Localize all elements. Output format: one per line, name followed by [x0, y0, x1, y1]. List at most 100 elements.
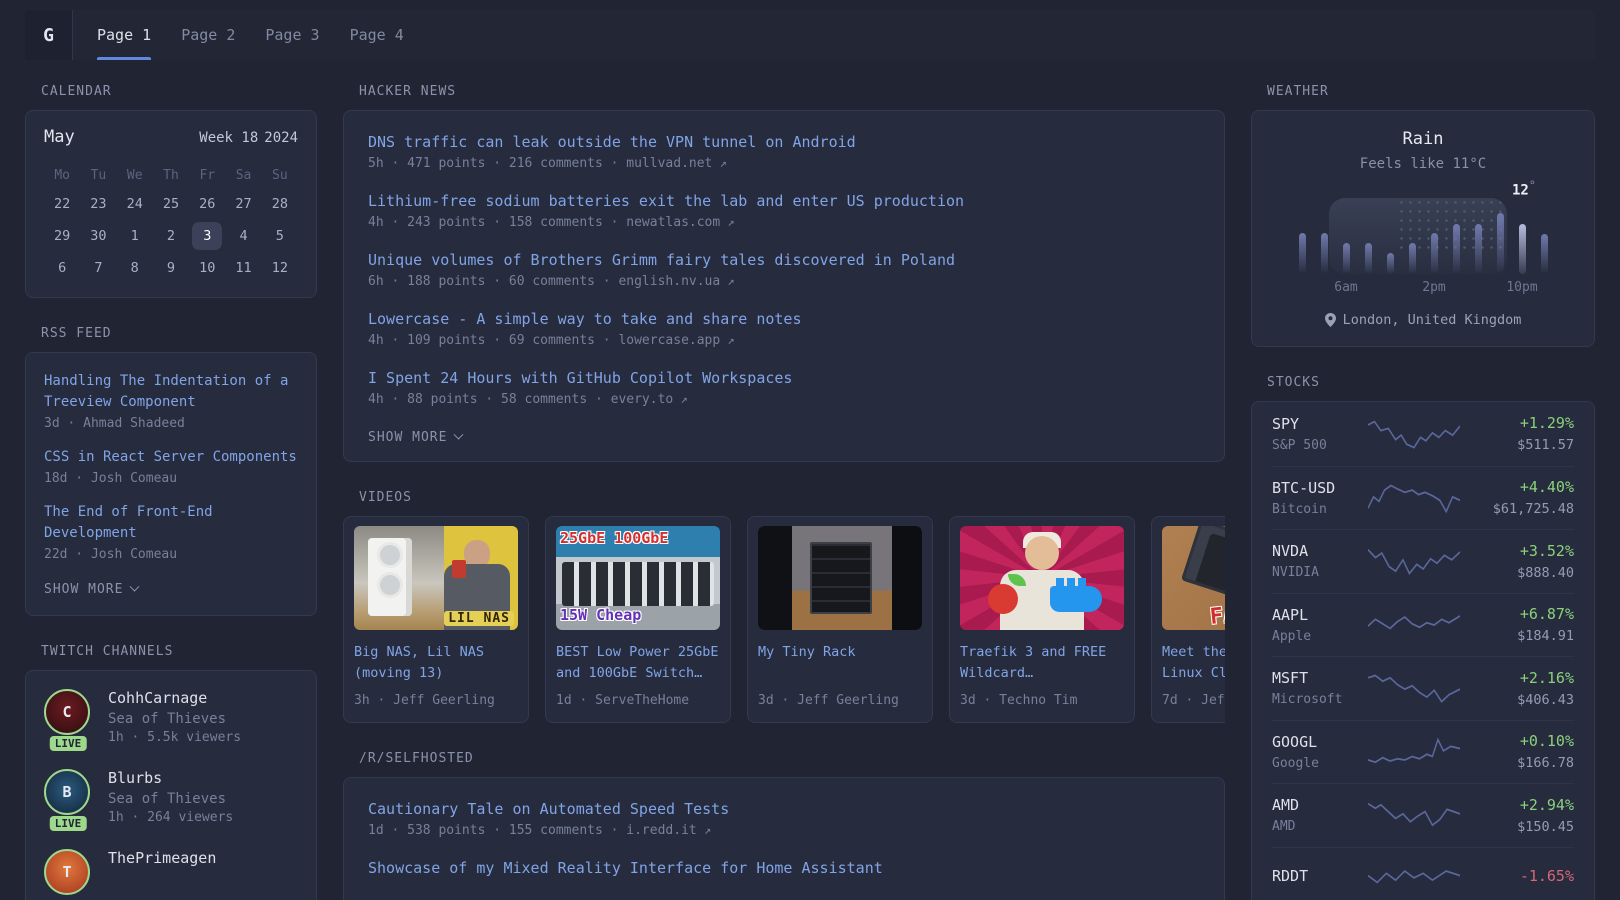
weather-feels-like: Feels like 11°C — [1272, 156, 1574, 172]
stock-row-googl[interactable]: GOOGLGoogle +0.10%$166.78 — [1272, 720, 1574, 784]
stock-sparkline — [1368, 671, 1460, 705]
stock-price: $61,725.48 — [1460, 501, 1574, 517]
videos-section-label: VIDEOS — [359, 490, 1225, 505]
reddit-post-title[interactable]: Cautionary Tale on Automated Speed Tests — [368, 798, 1200, 820]
stock-ticker[interactable]: SPY — [1272, 415, 1368, 433]
location-pin-icon — [1325, 313, 1336, 327]
rss-section: RSS FEED Handling The Indentation of a T… — [25, 326, 317, 616]
stock-row-aapl[interactable]: AAPLApple +6.87%$184.91 — [1272, 593, 1574, 657]
thumbnail-text: FAS — [1209, 601, 1225, 630]
hn-show-more-button[interactable]: SHOW MORE — [368, 430, 462, 445]
hn-story-title[interactable]: Lowercase - A simple way to take and sha… — [368, 308, 1200, 330]
video-thumbnail[interactable] — [758, 526, 922, 630]
tab-page-4[interactable]: Page 4 — [350, 10, 404, 60]
rss-item-title[interactable]: Handling The Indentation of a Treeview C… — [44, 371, 298, 413]
stock-ticker[interactable]: RDDT — [1272, 867, 1368, 885]
video-card-25gbe-switch[interactable]: 25GbE 100GbE 15W Cheap BEST Low Power 25… — [545, 516, 731, 723]
stock-price: $406.43 — [1460, 692, 1574, 708]
rss-card: Handling The Indentation of a Treeview C… — [25, 352, 317, 616]
twitch-channel-blurbs[interactable]: B LIVE Blurbs Sea of Thieves 1h · 264 vi… — [44, 769, 298, 825]
calendar-day: 9 — [153, 252, 189, 283]
weather-hourly-chart: 12° 6am2pm10pm — [1293, 198, 1553, 290]
twitch-channel-name[interactable]: Blurbs — [108, 769, 233, 787]
stock-price: $166.78 — [1460, 755, 1574, 771]
video-card-linux-cluster[interactable]: FAS Meet the Linux Clu 7d · Jeff — [1151, 516, 1225, 723]
tab-page-3[interactable]: Page 3 — [265, 10, 319, 60]
hn-story-title[interactable]: I Spent 24 Hours with GitHub Copilot Wor… — [368, 367, 1200, 389]
calendar-day: 23 — [80, 188, 116, 219]
stock-row-msft[interactable]: MSFTMicrosoft +2.16%$406.43 — [1272, 656, 1574, 720]
hn-story-title[interactable]: DNS traffic can leak outside the VPN tun… — [368, 131, 1200, 153]
video-title[interactable]: BEST Low Power 25GbE and 100GbE Switch… — [556, 642, 720, 686]
video-thumbnail[interactable]: FAS — [1162, 526, 1225, 630]
weekday-header: Fr — [189, 163, 225, 187]
stock-change: +2.94% — [1460, 796, 1574, 814]
video-card-my-tiny-rack[interactable]: My Tiny Rack 3d · Jeff Geerling — [747, 516, 933, 723]
calendar-day: 2 — [153, 220, 189, 251]
hn-story-meta: 4h · 243 points · 158 comments · newatla… — [368, 215, 1200, 230]
rss-show-more-button[interactable]: SHOW MORE — [44, 582, 138, 597]
stock-row-btc-usd[interactable]: BTC-USDBitcoin +4.40%$61,725.48 — [1272, 466, 1574, 530]
weather-location: London, United Kingdom — [1272, 312, 1574, 328]
calendar-week: Week 18 2024 — [199, 130, 298, 146]
reddit-post-meta: 1d · 538 points · 155 comments · i.redd.… — [368, 823, 1200, 838]
stock-row-rddt[interactable]: RDDT -1.65% — [1272, 847, 1574, 900]
twitch-channel-theprimeagen[interactable]: T ThePrimeagen — [44, 849, 298, 895]
page-tabs: Page 1 Page 2 Page 3 Page 4 — [97, 10, 404, 60]
hn-story: Lithium-free sodium batteries exit the l… — [368, 190, 1200, 230]
calendar-day: 7 — [80, 252, 116, 283]
hn-story: Lowercase - A simple way to take and sha… — [368, 308, 1200, 348]
video-title[interactable]: Meet the Linux Clu — [1162, 642, 1225, 686]
hn-story-title[interactable]: Lithium-free sodium batteries exit the l… — [368, 190, 1200, 212]
rss-item-title[interactable]: The End of Front-End Development — [44, 502, 298, 544]
temperature-bar — [1519, 224, 1526, 274]
calendar-week-number: Week 18 — [199, 130, 258, 146]
video-thumbnail[interactable] — [960, 526, 1124, 630]
stock-price: $184.91 — [1460, 628, 1574, 644]
reddit-post: Cautionary Tale on Automated Speed Tests… — [368, 798, 1200, 838]
rss-item-title[interactable]: CSS in React Server Components — [44, 447, 298, 468]
video-thumbnail[interactable]: 25GbE 100GbE 15W Cheap — [556, 526, 720, 630]
stock-ticker[interactable]: AMD — [1272, 796, 1368, 814]
cohhcarnage-avatar: C — [44, 689, 90, 735]
hn-story: DNS traffic can leak outside the VPN tun… — [368, 131, 1200, 171]
stock-ticker[interactable]: MSFT — [1272, 669, 1368, 687]
live-badge: LIVE — [50, 736, 87, 751]
video-title[interactable]: My Tiny Rack — [758, 642, 922, 686]
weekday-header: Su — [262, 163, 298, 187]
weekday-header: Mo — [44, 163, 80, 187]
twitch-channel-name[interactable]: ThePrimeagen — [108, 849, 216, 867]
weather-section-label: WEATHER — [1267, 84, 1595, 99]
twitch-channel-cohhcarnage[interactable]: C LIVE CohhCarnage Sea of Thieves 1h · 5… — [44, 689, 298, 745]
top-nav: G Page 1 Page 2 Page 3 Page 4 — [25, 10, 1595, 60]
calendar-day: 6 — [44, 252, 80, 283]
video-title[interactable]: Traefik 3 and FREE Wildcard… — [960, 642, 1124, 686]
tab-page-1[interactable]: Page 1 — [97, 10, 151, 60]
twitch-channel-game: Sea of Thieves — [108, 711, 241, 727]
stock-ticker[interactable]: GOOGL — [1272, 733, 1368, 751]
hour-label: 2pm — [1422, 280, 1445, 295]
app-logo[interactable]: G — [25, 10, 73, 60]
video-card-big-nas[interactable]: LIL NAS Big NAS, Lil NAS (moving 13) 3h … — [343, 516, 529, 723]
stock-ticker[interactable]: BTC-USD — [1272, 479, 1368, 497]
calendar-year: 2024 — [264, 130, 298, 146]
video-meta: 3d · Jeff Geerling — [758, 693, 922, 708]
calendar-day: 26 — [189, 188, 225, 219]
stock-ticker[interactable]: NVDA — [1272, 542, 1368, 560]
video-thumbnail[interactable]: LIL NAS — [354, 526, 518, 630]
reddit-post-title[interactable]: Showcase of my Mixed Reality Interface f… — [368, 857, 1200, 879]
hn-story-title[interactable]: Unique volumes of Brothers Grimm fairy t… — [368, 249, 1200, 271]
stocks-card: SPYS&P 500 +1.29%$511.57 BTC-USDBitcoin … — [1251, 401, 1595, 900]
hn-story: I Spent 24 Hours with GitHub Copilot Wor… — [368, 367, 1200, 407]
video-meta: 7d · Jeff — [1162, 693, 1225, 708]
stock-row-nvda[interactable]: NVDANVIDIA +3.52%$888.40 — [1272, 529, 1574, 593]
hn-story-meta: 6h · 188 points · 60 comments · english.… — [368, 274, 1200, 289]
video-card-traefik[interactable]: Traefik 3 and FREE Wildcard… 3d · Techno… — [949, 516, 1135, 723]
twitch-channel-name[interactable]: CohhCarnage — [108, 689, 241, 707]
rss-section-label: RSS FEED — [41, 326, 317, 341]
tab-page-2[interactable]: Page 2 — [181, 10, 235, 60]
stock-row-amd[interactable]: AMDAMD +2.94%$150.45 — [1272, 783, 1574, 847]
stock-ticker[interactable]: AAPL — [1272, 606, 1368, 624]
stock-row-spy[interactable]: SPYS&P 500 +1.29%$511.57 — [1272, 402, 1574, 466]
video-title[interactable]: Big NAS, Lil NAS (moving 13) — [354, 642, 518, 686]
